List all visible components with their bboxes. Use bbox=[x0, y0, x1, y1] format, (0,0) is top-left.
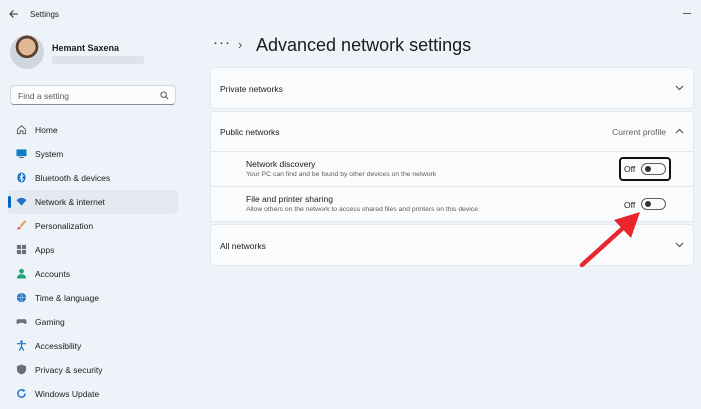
sidebar-nav: Home System Bluetooth & devices Network … bbox=[8, 118, 178, 406]
sidebar-item-label: Time & language bbox=[35, 293, 99, 303]
apps-icon bbox=[16, 244, 27, 255]
bluetooth-icon bbox=[17, 172, 26, 183]
shield-icon bbox=[16, 364, 27, 375]
person-icon bbox=[16, 268, 27, 279]
sidebar-item-label: Accounts bbox=[35, 269, 70, 279]
wifi-icon bbox=[16, 197, 27, 206]
public-networks-card[interactable]: Public networks Current profile bbox=[210, 111, 694, 152]
sidebar-item-gaming[interactable]: Gaming bbox=[8, 310, 178, 334]
title-bar: Settings bbox=[0, 0, 701, 30]
current-profile-badge: Current profile bbox=[612, 127, 666, 137]
breadcrumb-more-button[interactable]: ··· bbox=[213, 34, 231, 51]
chevron-up-icon[interactable] bbox=[675, 128, 684, 134]
file-printer-sharing-description: Allow others on the network to access sh… bbox=[246, 206, 478, 213]
search-icon bbox=[160, 91, 169, 100]
sidebar-item-privacy[interactable]: Privacy & security bbox=[8, 358, 178, 382]
network-discovery-title: Network discovery bbox=[246, 159, 316, 169]
sidebar-item-apps[interactable]: Apps bbox=[8, 238, 178, 262]
sidebar-item-label: Bluetooth & devices bbox=[35, 173, 111, 183]
sidebar-item-time-language[interactable]: Time & language bbox=[8, 286, 178, 310]
sidebar-item-label: Apps bbox=[35, 245, 55, 255]
search-input[interactable]: Find a setting bbox=[10, 85, 176, 105]
chevron-down-icon[interactable] bbox=[675, 85, 684, 91]
sidebar-item-network[interactable]: Network & internet bbox=[8, 190, 178, 214]
globe-icon bbox=[16, 292, 27, 303]
brush-icon bbox=[17, 220, 27, 230]
sidebar-item-label: Personalization bbox=[35, 221, 94, 231]
back-arrow-icon[interactable] bbox=[8, 8, 20, 20]
network-discovery-toggle[interactable] bbox=[641, 163, 666, 175]
sidebar-item-personalization[interactable]: Personalization bbox=[8, 214, 178, 238]
home-icon bbox=[16, 125, 27, 135]
sidebar-item-label: Gaming bbox=[35, 317, 65, 327]
sidebar-item-windows-update[interactable]: Windows Update bbox=[8, 382, 178, 406]
breadcrumb-separator: › bbox=[238, 37, 243, 52]
sidebar-item-label: Windows Update bbox=[35, 389, 100, 399]
sidebar-item-home[interactable]: Home bbox=[8, 118, 178, 142]
sidebar-item-label: Home bbox=[35, 125, 58, 135]
chevron-down-icon[interactable] bbox=[675, 242, 684, 248]
app-title: Settings bbox=[30, 10, 59, 19]
monitor-icon bbox=[16, 149, 27, 159]
sidebar-item-label: Privacy & security bbox=[35, 365, 103, 375]
user-email-redacted bbox=[52, 56, 144, 64]
sidebar-item-system[interactable]: System bbox=[8, 142, 178, 166]
network-discovery-description: Your PC can find and be found by other d… bbox=[246, 171, 437, 178]
annotation-arrow-icon bbox=[579, 212, 640, 268]
all-networks-label: All networks bbox=[220, 241, 266, 251]
accessibility-icon bbox=[16, 340, 27, 351]
sidebar-item-accounts[interactable]: Accounts bbox=[8, 262, 178, 286]
sidebar-item-label: System bbox=[35, 149, 64, 159]
file-printer-sharing-toggle[interactable] bbox=[641, 198, 666, 210]
search-placeholder: Find a setting bbox=[18, 91, 70, 101]
sidebar-item-label: Network & internet bbox=[35, 197, 105, 207]
sidebar-item-label: Accessibility bbox=[35, 341, 82, 351]
public-networks-label: Public networks bbox=[220, 127, 280, 137]
controller-icon bbox=[16, 319, 27, 325]
private-networks-card[interactable]: Private networks bbox=[210, 67, 694, 109]
minimize-icon[interactable] bbox=[683, 13, 691, 14]
network-discovery-state: Off bbox=[624, 164, 636, 174]
file-printer-sharing-title: File and printer sharing bbox=[246, 194, 333, 204]
private-networks-label: Private networks bbox=[220, 84, 283, 94]
page-title: Advanced network settings bbox=[256, 35, 472, 55]
update-icon bbox=[17, 388, 26, 398]
avatar[interactable] bbox=[10, 35, 44, 69]
sidebar-item-accessibility[interactable]: Accessibility bbox=[8, 334, 178, 358]
sidebar-item-bluetooth[interactable]: Bluetooth & devices bbox=[8, 166, 178, 190]
user-name: Hemant Saxena bbox=[52, 43, 120, 53]
